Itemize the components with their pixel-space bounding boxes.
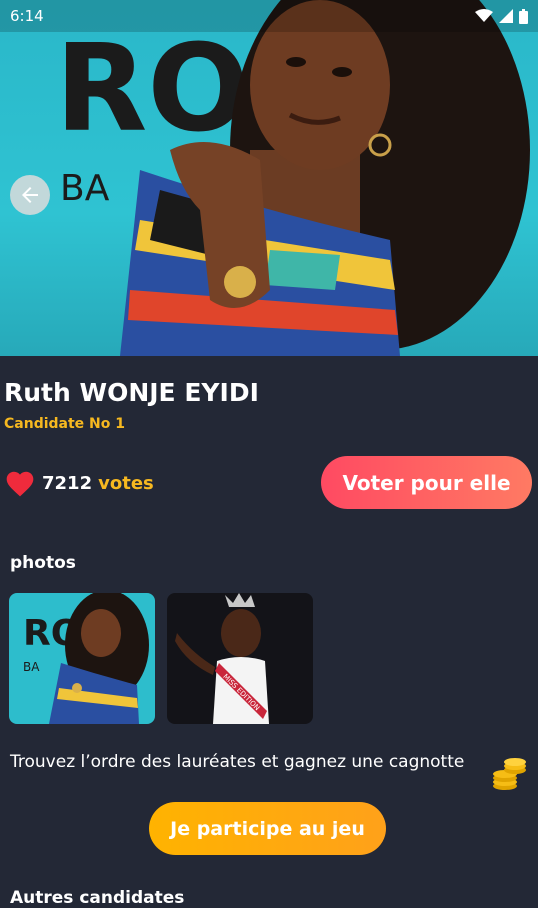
candidate-hero-photo: RO BA [0,0,538,356]
status-icons [475,8,528,24]
photo-1-sign-subtext: BA [23,660,40,674]
hero-photo-illustration: RO BA [55,0,530,356]
candidate-number: Candidate No 1 [4,416,125,432]
photo-thumbnail-1[interactable]: RO BA [9,593,155,724]
photo-1-illustration: RO BA [23,593,149,724]
vote-for-her-button[interactable]: Voter pour elle [321,456,532,509]
status-bar: 6:14 [0,0,538,32]
votes-row: 7212 votes [4,468,154,498]
candidate-name: Ruth WONJE EYIDI [4,378,259,407]
photos-section-title: photos [10,553,76,573]
status-time: 6:14 [10,7,44,25]
game-promo-text: Trouvez l’ordre des lauréates et gagnez … [10,752,465,772]
hero-sign-subtext: BA [60,168,110,209]
coins-icon [491,756,527,796]
hero-sign-text: RO [55,20,249,159]
heart-icon [6,471,34,497]
arrow-left-icon [22,187,38,203]
wifi-icon [475,9,493,22]
back-button[interactable] [10,175,50,215]
votes-count: 7212 [42,472,93,494]
join-game-button[interactable]: Je participe au jeu [149,802,386,855]
votes-label: votes [98,472,154,494]
signal-icon [499,9,513,23]
photo-thumbnail-2[interactable]: MISS EDITION [167,593,313,724]
other-candidates-title: Autres candidates [10,888,185,908]
photo-2-illustration: MISS EDITION [175,593,269,724]
battery-icon [519,8,528,24]
